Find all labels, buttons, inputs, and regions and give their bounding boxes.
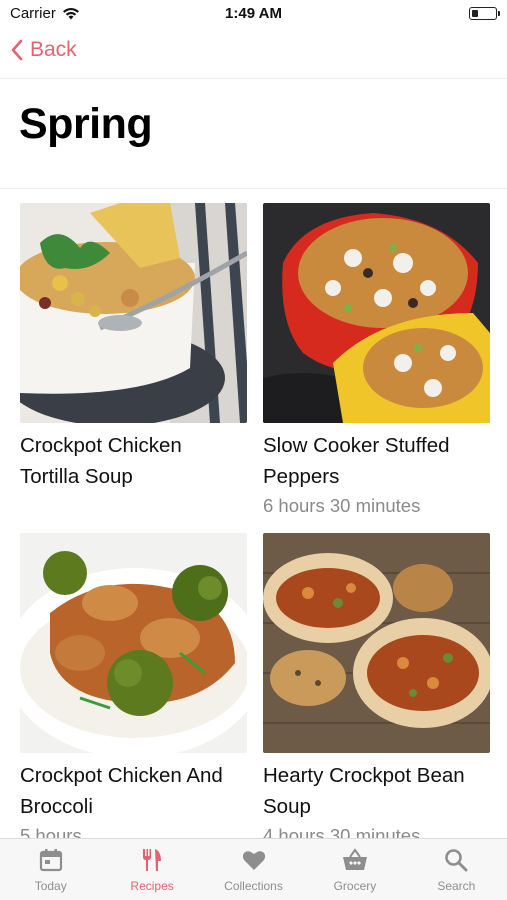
recipe-title: Crockpot Chicken Tortilla Soup — [20, 434, 182, 488]
recipe-photo — [263, 203, 490, 423]
tab-label: Recipes — [130, 879, 174, 893]
recipe-photo — [20, 203, 247, 423]
recipe-time: 6 hours 30 minutes — [263, 495, 421, 516]
tab-label: Today — [34, 879, 67, 893]
recipe-card[interactable]: Slow Cooker Stuffed Peppers 6 hours 30 m… — [263, 203, 491, 519]
recipe-card[interactable]: Hearty Crockpot Bean Soup 4 hours 30 min… — [263, 533, 491, 849]
basket-icon — [342, 848, 367, 870]
heart-icon — [242, 851, 265, 870]
chevron-left-icon — [11, 39, 23, 61]
back-button[interactable]: Back — [10, 38, 77, 62]
battery-level — [472, 10, 478, 17]
recipe-card[interactable]: Crockpot Chicken Tortilla Soup — [20, 203, 248, 492]
battery-icon — [469, 7, 500, 20]
tab-bar: Today Recipes Collections Grocery Search — [0, 838, 507, 900]
tab-grocery[interactable]: Grocery — [304, 839, 405, 900]
recipe-title: Crockpot Chicken And Broccoli — [20, 764, 223, 818]
recipe-photo — [20, 533, 247, 753]
divider — [0, 188, 507, 189]
tab-label: Search — [437, 879, 476, 893]
navigation-bar: Back — [0, 28, 507, 79]
tab-label: Grocery — [333, 879, 377, 893]
magnifier-icon — [445, 849, 468, 872]
fork-knife-icon — [143, 849, 162, 871]
tab-today[interactable]: Today — [0, 839, 101, 900]
status-time: 1:49 AM — [225, 5, 282, 22]
tab-collections[interactable]: Collections — [203, 839, 304, 900]
page-title: Spring — [19, 100, 153, 148]
calendar-icon — [39, 849, 62, 872]
tab-recipes[interactable]: Recipes — [101, 839, 202, 900]
recipe-title: Slow Cooker Stuffed Peppers — [263, 434, 450, 488]
status-bar: Carrier 1:49 AM — [0, 0, 507, 28]
recipe-title: Hearty Crockpot Bean Soup — [263, 764, 465, 818]
recipe-photo — [263, 533, 490, 753]
tab-search[interactable]: Search — [406, 839, 507, 900]
back-label: Back — [30, 38, 77, 61]
tab-label: Collections — [224, 879, 283, 893]
recipe-card[interactable]: Crockpot Chicken And Broccoli 5 hours — [20, 533, 248, 849]
